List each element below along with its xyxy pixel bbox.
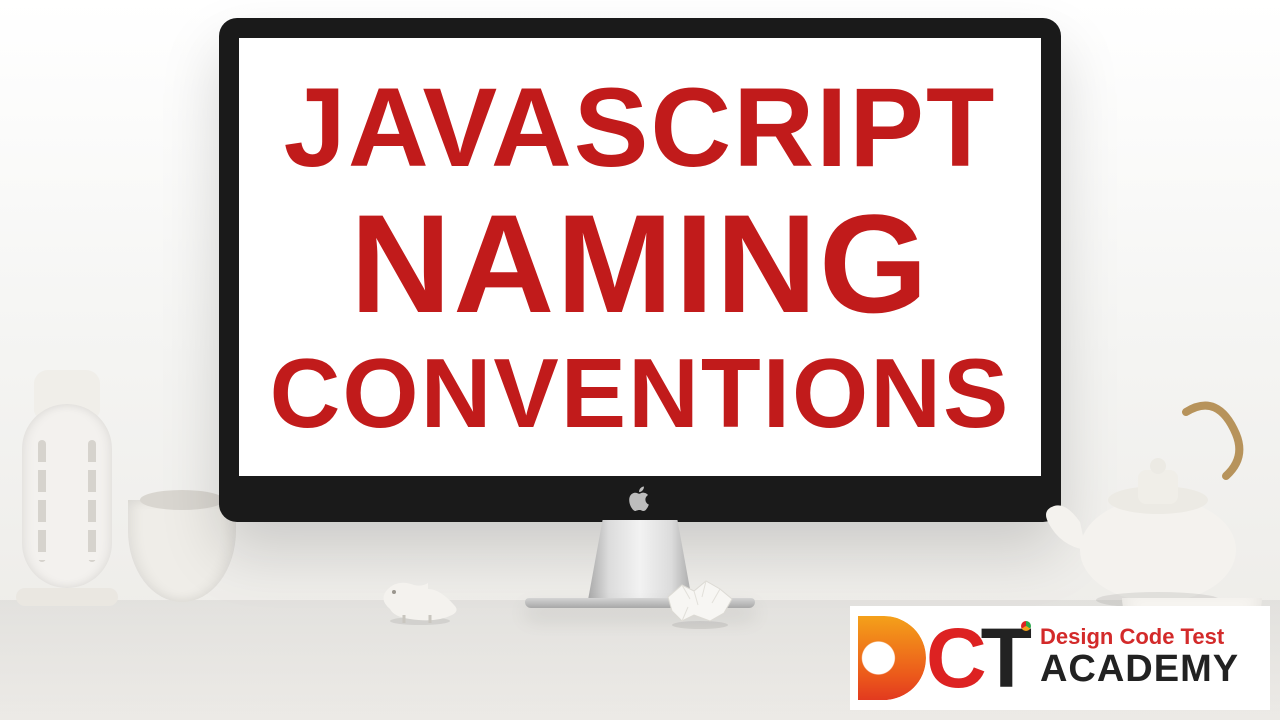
headline-line-1: JAVASCRIPT	[284, 72, 997, 184]
monitor-screen: JAVASCRIPT NAMING CONVENTIONS	[239, 38, 1041, 476]
headline-line-3: CONVENTIONS	[270, 344, 1011, 442]
logo-letter-d	[858, 616, 926, 700]
dct-academy-logo: C T Design Code Test ACADEMY	[850, 606, 1270, 710]
dct-initials: C T	[858, 616, 1028, 700]
apple-logo-icon	[629, 486, 651, 512]
crumpled-paper-decor	[660, 575, 740, 630]
brand-tagline: Design Code Test	[1040, 625, 1239, 649]
lantern-decor	[12, 370, 122, 606]
bird-figurine-decor	[370, 565, 470, 625]
teapot-decor	[1040, 400, 1260, 610]
logo-letter-c: C	[926, 616, 983, 700]
logo-letter-t: T	[981, 616, 1028, 700]
headline-line-2: NAMING	[350, 194, 930, 334]
imac-monitor: JAVASCRIPT NAMING CONVENTIONS	[219, 18, 1061, 522]
brand-name: ACADEMY	[1040, 649, 1239, 691]
